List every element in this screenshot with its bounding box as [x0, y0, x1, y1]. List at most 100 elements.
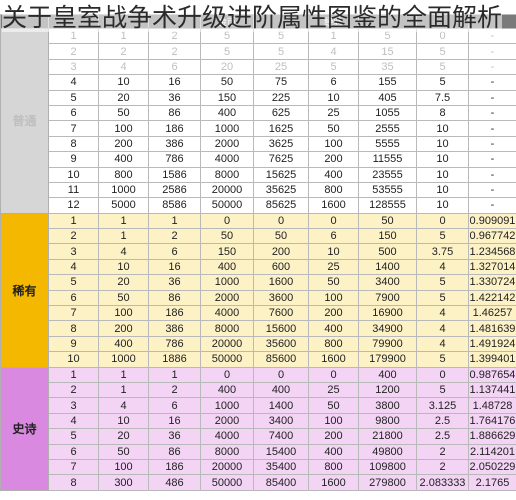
table-cell: 86	[148, 104, 201, 122]
table-cell: -	[468, 151, 516, 168]
table-row: 7 100 186 4000 7600 200 16900 4 1.46257	[1, 305, 516, 322]
table-cell: -	[468, 89, 516, 106]
table-cell: 2	[48, 43, 99, 60]
table-cell: 10	[98, 74, 149, 91]
table-cell: 5	[48, 274, 99, 291]
table-cell: 50000	[200, 351, 254, 368]
table-cell: 7	[48, 305, 99, 322]
table-cell: 500	[358, 243, 417, 260]
table-cell: 0	[200, 366, 254, 383]
table-cell: 200	[308, 305, 359, 322]
table-row: 2 1 2 50 50 6 150 5 0.967742	[1, 228, 516, 245]
table-cell: 36	[148, 428, 201, 445]
table-cell: 2	[148, 43, 201, 60]
table-cell: 23555	[358, 166, 417, 183]
table-cell: 100	[98, 120, 149, 137]
table-cell: 25	[253, 58, 309, 76]
table-cell: 1	[98, 228, 149, 245]
table-cell: 100	[308, 289, 359, 307]
table-row: 11 1000 2586 20000 35625 800 53555 10-	[1, 181, 516, 199]
table-cell: 400	[200, 104, 254, 122]
table-cell: 5	[416, 74, 469, 91]
table-row: 6 50 86 2000 3600 100 7900 5 1.422142	[1, 289, 516, 307]
table-cell: 1	[98, 366, 149, 383]
table-cell: 10	[416, 120, 469, 137]
table-cell: 400	[200, 381, 254, 399]
table-cell: 3.125	[416, 397, 469, 414]
table-cell: 8	[48, 320, 99, 337]
table-cell: 1.764176	[468, 412, 516, 430]
table-cell: 15600	[253, 320, 309, 337]
table-cell: 4000	[200, 151, 254, 168]
table-cell: 5	[416, 43, 469, 60]
table-cell: 7	[48, 458, 99, 476]
table-cell: 2	[416, 458, 469, 476]
table-cell: 4	[48, 74, 99, 91]
table-cell: 279800	[358, 474, 417, 491]
table-cell: 1	[148, 212, 201, 230]
table-cell: 9	[48, 335, 99, 353]
table-cell: 10	[98, 258, 149, 276]
table-cell: 10	[416, 181, 469, 199]
table-cell: 1	[48, 366, 99, 383]
table-cell: 6	[148, 58, 201, 76]
table-cell: 2000	[200, 412, 254, 430]
table-cell: 128555	[358, 197, 417, 214]
table-cell: 1.48728	[468, 397, 516, 414]
table-cell: 20	[98, 89, 149, 106]
table-cell: 2	[48, 228, 99, 245]
table-cell: 1.137441	[468, 381, 516, 399]
table-row: 8 200 386 8000 15600 400 34900 4 1.481639	[1, 320, 516, 337]
table-cell: 6	[48, 289, 99, 307]
table-cell: 0	[308, 212, 359, 230]
table-cell: 200	[253, 243, 309, 260]
table-cell: 3625	[253, 135, 309, 153]
table-cell: 4000	[200, 305, 254, 322]
table-cell: 0	[200, 212, 254, 230]
table-cell: 35	[358, 58, 417, 76]
table-cell: 6	[308, 228, 359, 245]
table-cell: -	[468, 181, 516, 199]
table-cell: 50	[308, 397, 359, 414]
table-cell: 300	[98, 474, 149, 491]
table-cell: 1400	[358, 258, 417, 276]
table-cell: 100	[98, 305, 149, 322]
table-cell: 800	[308, 181, 359, 199]
table-cell: 5	[200, 43, 254, 60]
table-cell: 35400	[253, 458, 309, 476]
table-cell: 625	[253, 104, 309, 122]
table-cell: 2	[148, 381, 201, 399]
table-cell: 7625	[253, 151, 309, 168]
table-cell: 21800	[358, 428, 417, 445]
table-cell: 50000	[200, 474, 254, 491]
table-cell: 5	[416, 289, 469, 307]
table-cell: 150	[358, 228, 417, 245]
table-cell: 7600	[253, 305, 309, 322]
table-row: 5 20 36 150 225 10 405 7.5-	[1, 89, 516, 106]
table-cell: 79900	[358, 335, 417, 353]
table-row: 3 4 6 20 25 5 35 5-	[1, 58, 516, 76]
table-cell: 186	[148, 458, 201, 476]
table-cell: 600	[253, 258, 309, 276]
table-cell: 200	[308, 428, 359, 445]
table-row: 9 400 786 4000 7625 200 11555 10-	[1, 151, 516, 168]
table-cell: 35600	[253, 335, 309, 353]
table-cell: 225	[253, 89, 309, 106]
table-cell: 16900	[358, 305, 417, 322]
table-cell: 1.399401	[468, 351, 516, 368]
table-cell: 49800	[358, 443, 417, 460]
table-cell: 1055	[358, 104, 417, 122]
table-cell: 4	[416, 320, 469, 337]
table-cell: 15625	[253, 166, 309, 183]
table-row: 10 1000 1886 50000 85600 1600 179900 5 1.399401	[1, 351, 516, 368]
table-cell: 0	[253, 366, 309, 383]
table-cell: 85600	[253, 351, 309, 368]
table-cell: 4000	[200, 428, 254, 445]
table-cell: 7.5	[416, 89, 469, 106]
table-cell: 7900	[358, 289, 417, 307]
table-cell: 6	[148, 397, 201, 414]
table-cell: 11555	[358, 151, 417, 168]
table-cell: 85400	[253, 474, 309, 491]
table-row: 7 100 186 1000 1625 50 2555 10-	[1, 120, 516, 137]
table-cell: 4	[98, 58, 149, 76]
